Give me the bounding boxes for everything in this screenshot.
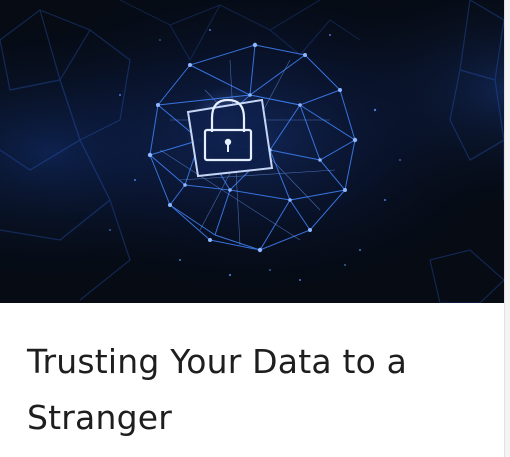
hero-image[interactable] <box>0 0 504 303</box>
padlock-icon <box>186 98 274 178</box>
article-title[interactable]: Trusting Your Data to a Stranger <box>27 334 482 446</box>
article-card[interactable]: Trusting Your Data to a Stranger <box>0 0 505 457</box>
network-sphere-illustration <box>0 0 504 303</box>
page-gutter <box>505 0 510 457</box>
